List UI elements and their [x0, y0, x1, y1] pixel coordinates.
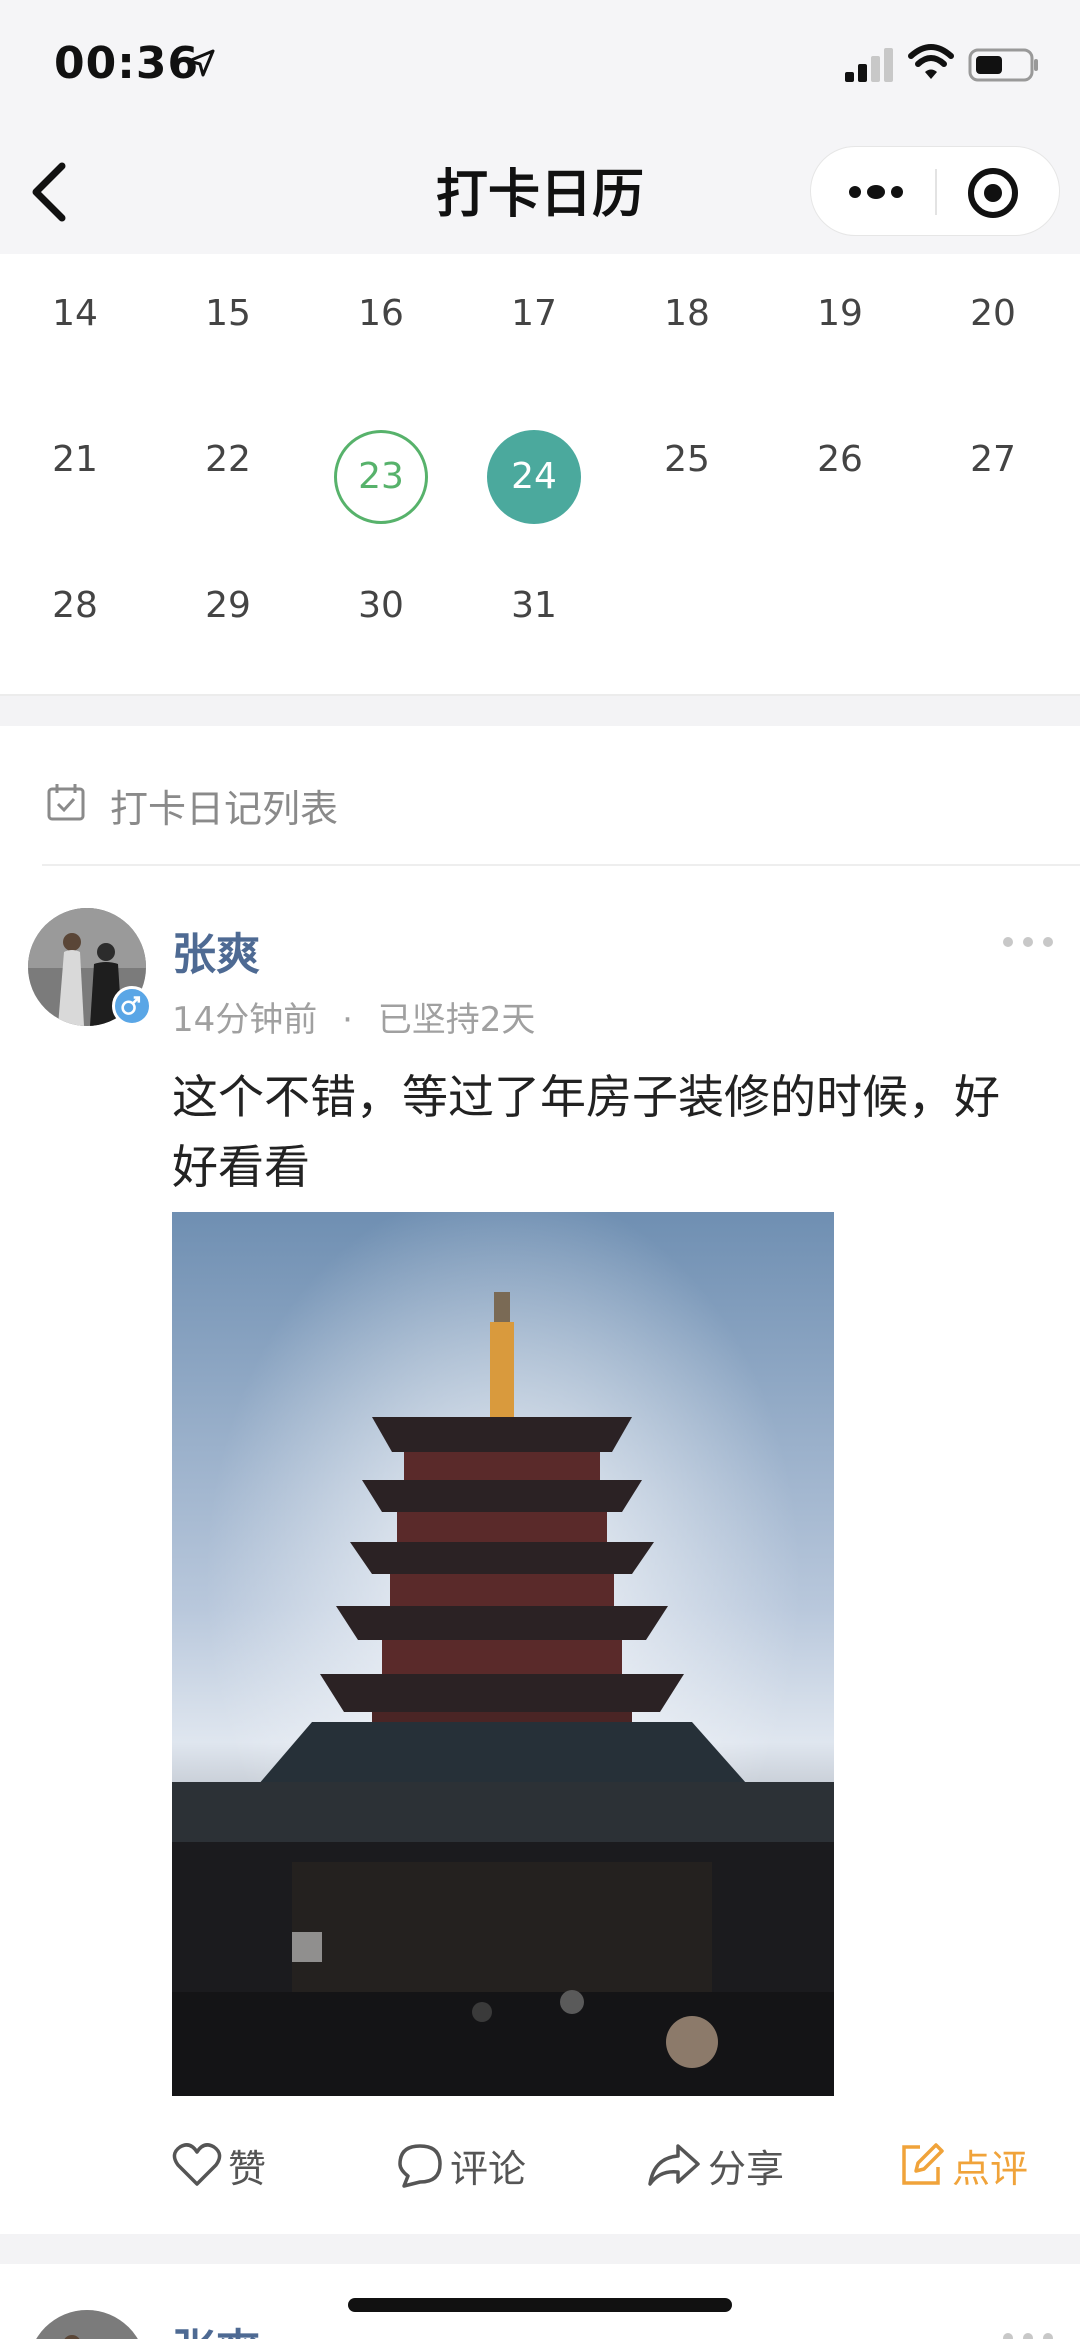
meta-separator: ·	[342, 1000, 353, 1040]
calendar-day[interactable]: 21	[20, 414, 130, 524]
battery-icon	[968, 48, 1038, 82]
avatar[interactable]	[28, 2310, 146, 2339]
share-label: 分享	[708, 2146, 785, 2191]
wifi-icon	[908, 44, 954, 79]
section-divider	[0, 696, 1080, 726]
share-button[interactable]: 分享	[646, 2130, 784, 2200]
signal-icon	[845, 48, 893, 82]
calendar-day[interactable]: 26	[785, 414, 895, 524]
calendar-day[interactable]: 30	[326, 560, 436, 670]
calendar-day[interactable]: 31	[479, 560, 589, 670]
review-button[interactable]: 点评	[898, 2130, 1028, 2200]
mini-program-capsule	[810, 146, 1060, 236]
calendar-day-selected[interactable]: 24	[487, 430, 581, 524]
status-time: 00:36	[54, 38, 200, 89]
calendar-day[interactable]: 28	[20, 560, 130, 670]
calendar-week-row: 28 29 30 31	[0, 560, 1080, 680]
comment-button[interactable]: 评论	[396, 2130, 526, 2200]
review-label: 点评	[952, 2146, 1029, 2191]
calendar-day[interactable]: 16	[326, 268, 436, 378]
close-target-icon[interactable]	[963, 163, 1023, 223]
diary-post: 张爽 14分钟前 · 已坚持2天 这个不错，等过了年房子装修的时候，好好看看 赞…	[0, 868, 1080, 2234]
edit-note-icon	[902, 2143, 944, 2185]
calendar-day[interactable]: 15	[173, 268, 283, 378]
checkin-calendar: 14 15 16 17 18 19 20 21 22 23 24 25 26 2…	[0, 254, 1080, 696]
more-dots-icon[interactable]	[1000, 932, 1056, 952]
calendar-week-row: 21 22 23 24 25 26 27	[0, 414, 1080, 534]
calendar-day[interactable]: 14	[20, 268, 130, 378]
male-icon	[112, 986, 152, 1026]
share-arrow-icon	[648, 2144, 700, 2186]
section-divider	[0, 2234, 1080, 2264]
diary-list-header: 打卡日记列表	[0, 726, 1080, 866]
calendar-day[interactable]: 19	[785, 268, 895, 378]
calendar-day[interactable]: 22	[173, 414, 283, 524]
comment-label: 评论	[450, 2146, 527, 2191]
post-body-text: 这个不错，等过了年房子装修的时候，好好看看	[172, 1070, 1000, 1194]
post-streak: 已坚持2天	[377, 1000, 536, 1040]
calendar-day[interactable]: 18	[632, 268, 742, 378]
comment-bubble-icon	[398, 2144, 442, 2188]
status-bar: 00:36	[0, 0, 1080, 130]
post-time: 14分钟前	[172, 1000, 318, 1040]
heart-icon	[172, 2143, 222, 2186]
calendar-day-checked[interactable]: 23	[334, 430, 428, 524]
nav-bar: 打卡日历	[0, 130, 1080, 254]
like-label: 赞	[228, 2146, 267, 2191]
like-button[interactable]: 赞	[172, 2130, 266, 2200]
calendar-day[interactable]: 29	[173, 560, 283, 670]
diary-list-title: 打卡日记列表	[110, 787, 339, 831]
divider	[42, 864, 1080, 866]
calendar-day[interactable]: 17	[479, 268, 589, 378]
capsule-divider	[935, 169, 937, 215]
calendar-day[interactable]: 25	[632, 414, 742, 524]
post-author-name[interactable]: 张爽	[172, 2314, 260, 2339]
home-indicator	[348, 2298, 732, 2312]
post-photo[interactable]	[172, 1212, 834, 2096]
post-author-name[interactable]: 张爽	[172, 918, 260, 982]
more-dots-icon[interactable]	[1000, 2328, 1056, 2339]
post-meta: 14分钟前 · 已坚持2天	[172, 992, 535, 1041]
calendar-day[interactable]: 20	[938, 268, 1048, 378]
calendar-check-icon	[47, 784, 85, 821]
calendar-week-row: 14 15 16 17 18 19 20	[0, 268, 1080, 388]
calendar-day[interactable]: 27	[938, 414, 1048, 524]
more-dots-icon[interactable]	[841, 169, 911, 215]
location-arrow-icon	[187, 49, 215, 77]
